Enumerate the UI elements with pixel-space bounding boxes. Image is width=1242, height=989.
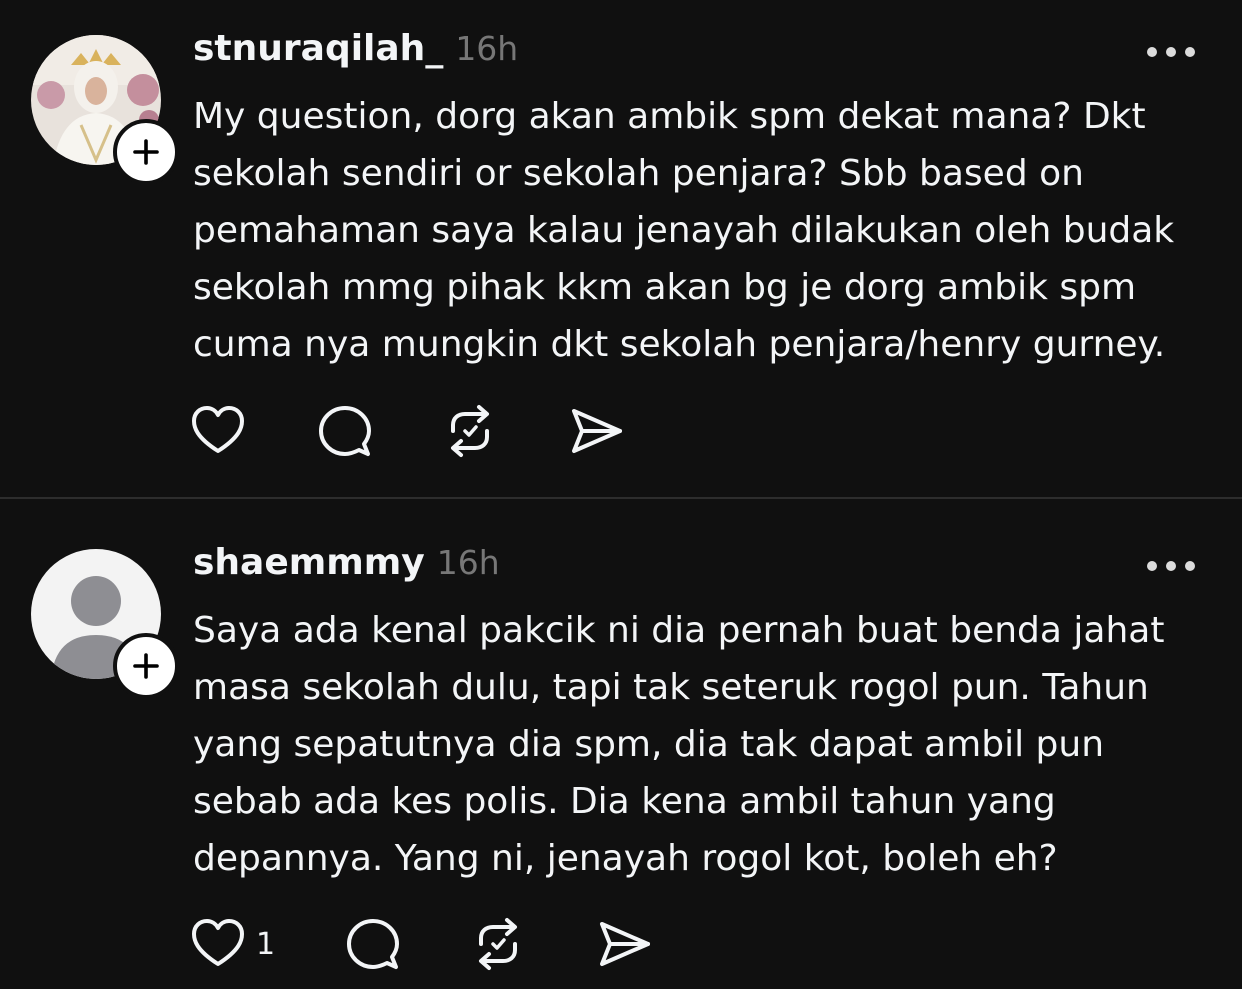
avatar-container (31, 549, 179, 699)
comment-button[interactable] (315, 401, 375, 461)
timestamp: 16h (455, 29, 519, 68)
username-link[interactable]: stnuraqilah_ (193, 28, 443, 69)
follow-button[interactable] (113, 633, 179, 699)
plus-icon (133, 653, 159, 679)
timestamp: 16h (436, 543, 500, 582)
post-text: Saya ada kenal pakcik ni dia pernah buat… (193, 610, 1165, 879)
comment-button[interactable] (343, 914, 403, 974)
post-divider (0, 497, 1242, 499)
heart-icon (192, 919, 244, 966)
avatar-container (31, 35, 179, 185)
more-options-button[interactable] (1140, 37, 1202, 67)
more-icon (1147, 561, 1195, 571)
heart-icon (192, 406, 244, 453)
more-options-button[interactable] (1140, 551, 1202, 581)
plus-icon (133, 139, 159, 165)
more-icon (1147, 47, 1195, 57)
like-button[interactable] (188, 401, 248, 461)
share-button[interactable] (594, 914, 654, 974)
comment-icon (347, 919, 399, 969)
share-icon (600, 922, 650, 966)
like-count: 1 (256, 926, 276, 962)
post-header: stnuraqilah_ 16h (193, 28, 518, 69)
comment-icon (319, 406, 371, 456)
share-button[interactable] (566, 401, 626, 461)
repost-icon (479, 918, 517, 970)
post-header: shaemmmy 16h (193, 542, 500, 583)
repost-button[interactable] (440, 401, 500, 461)
username-link[interactable]: shaemmmy (193, 542, 425, 583)
follow-button[interactable] (113, 119, 179, 185)
repost-button[interactable] (468, 914, 528, 974)
post-text: My question, dorg akan ambik spm dekat m… (193, 96, 1175, 365)
like-button[interactable]: 1 (188, 914, 275, 974)
share-icon (572, 409, 622, 453)
repost-icon (451, 405, 489, 457)
